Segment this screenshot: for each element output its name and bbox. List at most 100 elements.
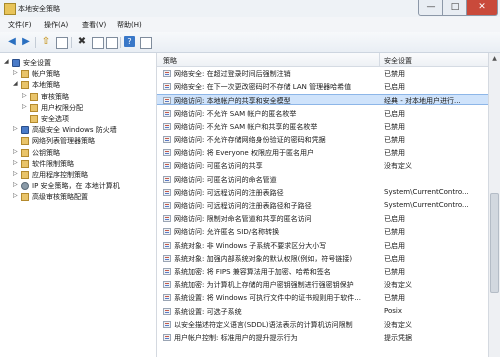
policy-icon	[163, 320, 171, 328]
expand-toggle-icon[interactable]: ▷	[22, 103, 29, 110]
show-tree-icon[interactable]	[56, 37, 68, 49]
policy-row[interactable]: 网络访问: 可匿名访问的共享 没有定义	[157, 160, 488, 171]
policy-setting: 已禁用	[384, 268, 405, 276]
tree-item-label: 应用程序控制策略	[32, 171, 88, 179]
policy-icon	[163, 136, 171, 143]
expand-toggle-icon[interactable]: ▷	[13, 148, 20, 155]
policy-name: 用户帐户控制: 标准用户的提升提示行为	[174, 334, 298, 342]
menu-help[interactable]: 帮助(H)	[117, 20, 142, 30]
policy-row[interactable]: 以安全描述符定义语言(SDDL)语法表示的计算机访问限制 没有定义	[157, 319, 488, 330]
policy-setting: 已禁用	[384, 70, 405, 78]
folder-icon	[21, 193, 29, 202]
policy-name: 网络安全: 在超过登录时间后强制注销	[174, 70, 291, 78]
policy-name: 系统对象: 加强内部系统对象的默认权限(例如，符号链接)	[174, 254, 353, 263]
export-list-icon[interactable]	[106, 37, 118, 49]
back-arrow-icon[interactable]: ◀	[6, 36, 18, 48]
title-bar: 本地安全策略 — □ ✕	[0, 0, 500, 18]
policy-name: 系统加密: 为计算机上存储的用户密钥强制进行强密钥保护	[174, 281, 354, 290]
expand-toggle-icon[interactable]: ▷	[13, 125, 20, 132]
policy-icon	[163, 70, 171, 77]
policy-row[interactable]: 系统加密: 将 FIPS 兼容算法用于加密、哈希和签名 已禁用	[157, 266, 488, 277]
scroll-up-icon[interactable]: ▲	[490, 54, 499, 63]
toolbar-separator	[71, 37, 72, 48]
tree-item-label: 网络列表管理器策略	[32, 137, 95, 146]
menu-action[interactable]: 操作(A)	[44, 20, 68, 30]
delete-icon[interactable]: ✖	[76, 36, 88, 48]
menu-view[interactable]: 查看(V)	[82, 20, 106, 30]
policy-setting: 已禁用	[384, 228, 405, 237]
scroll-thumb[interactable]	[490, 193, 499, 293]
column-divider[interactable]	[379, 53, 380, 66]
policy-row[interactable]: 网络安全: 在超过登录时间后强制注销 已禁用	[157, 68, 488, 79]
list-header: 策略 安全设置	[157, 53, 488, 67]
column-header-setting[interactable]: 安全设置	[384, 56, 412, 66]
policy-setting: 已启用	[384, 109, 405, 118]
expand-toggle-icon[interactable]: ◢	[4, 58, 11, 65]
policy-setting: 已启用	[384, 83, 405, 92]
policy-row[interactable]: 网络访问: 可远程访问的注册表路径和子路径 System\CurrentContr…	[157, 200, 488, 211]
folder-icon	[30, 92, 38, 101]
policy-name: 网络访问: 将 Everyone 权限应用于匿名用户	[174, 149, 314, 158]
folder-icon	[21, 148, 29, 157]
policy-setting: 经典 - 对本地用户进行...	[384, 97, 461, 106]
properties-icon[interactable]	[92, 37, 104, 49]
policy-row[interactable]: 系统设置: 可选子系统 Posix	[157, 306, 488, 317]
policy-row[interactable]: 网络访问: 不允许 SAM 帐户和共享的匿名枚举 已禁用	[157, 121, 488, 132]
expand-toggle-icon[interactable]: ◢	[13, 80, 20, 87]
menu-file[interactable]: 文件(F)	[8, 20, 32, 30]
minimize-button[interactable]: —	[418, 0, 444, 16]
policy-row[interactable]: 网络访问: 可匿名访问的命名管道	[157, 174, 488, 185]
help-icon[interactable]: ?	[124, 36, 135, 47]
policy-row[interactable]: 网络访问: 限制对命名管道和共享的匿名访问 已启用	[157, 213, 488, 224]
folder-icon	[30, 103, 38, 112]
expand-toggle-icon[interactable]: ▷	[13, 159, 20, 166]
tree-item-label: 安全选项	[41, 115, 69, 123]
policy-icon	[163, 97, 171, 105]
policy-setting: System\CurrentContro...	[384, 201, 469, 209]
expand-toggle-icon[interactable]: ▷	[13, 170, 20, 177]
shield-icon	[21, 126, 29, 135]
up-folder-icon[interactable]: ⇧	[40, 36, 52, 48]
maximize-button[interactable]: □	[442, 0, 468, 16]
policy-setting: 已禁用	[384, 294, 405, 303]
expand-toggle-icon[interactable]: ▷	[13, 69, 20, 76]
console-icon[interactable]	[140, 37, 152, 49]
expand-toggle-icon[interactable]: ▷	[13, 181, 20, 188]
policy-row[interactable]: 系统设置: 将 Windows 可执行文件中的证书规则用于软件... 已禁用	[157, 292, 488, 303]
policy-row[interactable]: 系统加密: 为计算机上存储的用户密钥强制进行强密钥保护 没有定义	[157, 279, 488, 290]
app-icon	[4, 3, 16, 15]
policy-row[interactable]: 网络访问: 可远程访问的注册表路径 System\CurrentContro...	[157, 187, 488, 198]
toolbar-separator	[35, 37, 36, 48]
policy-row[interactable]: 网络访问: 不允许 SAM 帐户的匿名枚举 已启用	[157, 108, 488, 119]
policy-name: 网络访问: 可匿名访问的共享	[174, 162, 263, 171]
policy-icon	[163, 268, 171, 275]
policy-row[interactable]: 系统对象: 非 Windows 子系统不要求区分大小写 已启用	[157, 240, 488, 251]
policy-icon	[163, 241, 171, 249]
tree-item-label: IP 安全策略，在 本地计算机	[32, 182, 120, 191]
policy-setting: 没有定义	[384, 320, 412, 329]
policy-name: 网络访问: 限制对命名管道和共享的匿名访问	[174, 215, 312, 224]
policy-row[interactable]: 网络访问: 将 Everyone 权限应用于匿名用户 已禁用	[157, 147, 488, 158]
policy-setting: 已启用	[384, 241, 405, 250]
policy-setting: 提示凭据	[384, 334, 412, 342]
forward-arrow-icon[interactable]: ▶	[20, 36, 32, 48]
expand-toggle-icon[interactable]: ▷	[22, 92, 29, 99]
menu-bar: 文件(F) 操作(A) 查看(V) 帮助(H)	[0, 17, 500, 33]
policy-row[interactable]: 系统对象: 加强内部系统对象的默认权限(例如，符号链接) 已启用	[157, 253, 488, 264]
folder-icon	[21, 159, 29, 168]
policy-name: 系统设置: 将 Windows 可执行文件中的证书规则用于软件...	[174, 294, 361, 303]
policy-setting: 已启用	[384, 215, 405, 224]
policy-row[interactable]: 网络安全: 在下一次更改密码时不存储 LAN 管理器哈希值 已启用	[157, 81, 488, 92]
policy-row[interactable]: 用户帐户控制: 标准用户的提升提示行为 提示凭据	[157, 332, 488, 343]
policy-row[interactable]: 网络访问: 不允许存储网络身份验证的密码和凭据 已禁用	[157, 134, 488, 145]
tree-item-label: 审核策略	[41, 92, 69, 101]
expand-toggle-icon[interactable]: ▷	[13, 192, 20, 199]
policy-icon	[163, 281, 171, 289]
close-button[interactable]: ✕	[466, 0, 498, 16]
gear-icon	[21, 182, 29, 191]
column-header-policy[interactable]: 策略	[163, 56, 177, 66]
policy-row[interactable]: 网络访问: 本地帐户的共享和安全模型 经典 - 对本地用户进行...	[157, 94, 488, 106]
policy-row[interactable]: 网络访问: 允许匿名 SID/名称转换 已禁用	[157, 226, 488, 237]
toolbar: ◀ ▶ ⇧ ✖ ?	[0, 32, 500, 53]
vertical-scrollbar[interactable]: ▲	[488, 53, 500, 357]
